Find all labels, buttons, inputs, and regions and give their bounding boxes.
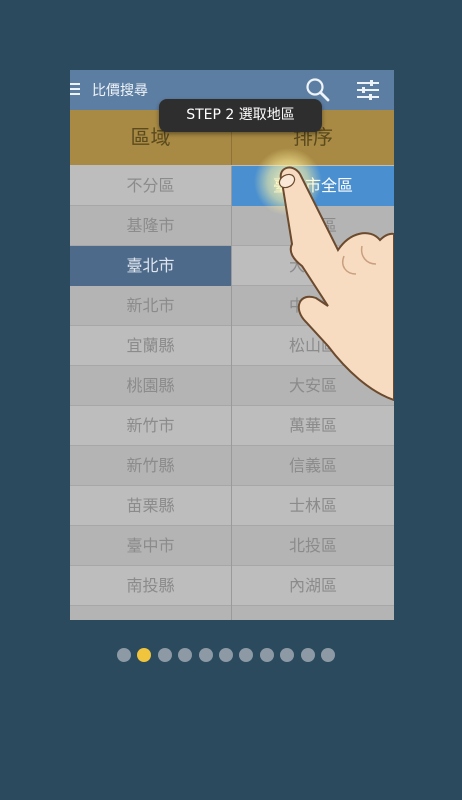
- region-item[interactable]: 臺中市: [70, 526, 231, 566]
- page-dot[interactable]: [117, 648, 131, 662]
- page-dot[interactable]: [300, 648, 315, 662]
- region-item[interactable]: 南投縣: [70, 566, 231, 606]
- page-dot-active[interactable]: [137, 648, 152, 662]
- page-dot[interactable]: [178, 648, 193, 662]
- app-screen: 比價搜尋 STEP 2 選取地區 區域 排序 不分區 基隆市 臺北市 新北市 宜…: [70, 70, 394, 620]
- district-item[interactable]: [232, 606, 394, 620]
- page-indicator: [117, 648, 335, 662]
- app-title: 比價搜尋: [92, 83, 148, 99]
- region-item[interactable]: 新竹縣: [70, 446, 231, 486]
- menu-icon[interactable]: [70, 83, 80, 97]
- page-dot[interactable]: [239, 648, 254, 662]
- district-item[interactable]: 士林區: [232, 486, 394, 526]
- page-dot[interactable]: [218, 648, 233, 662]
- region-item[interactable]: 新北市: [70, 286, 231, 326]
- filter-sliders-icon[interactable]: [356, 78, 380, 102]
- district-item[interactable]: 大安區: [232, 366, 394, 406]
- region-item[interactable]: 桃園縣: [70, 366, 231, 406]
- district-item-selected[interactable]: 臺北市全區: [232, 166, 394, 206]
- page-dot[interactable]: [320, 648, 335, 662]
- region-item[interactable]: 新竹市: [70, 406, 231, 446]
- page-dot[interactable]: [157, 648, 172, 662]
- district-item[interactable]: 大同區: [232, 246, 394, 286]
- region-item[interactable]: 苗栗縣: [70, 486, 231, 526]
- district-item[interactable]: 萬華區: [232, 406, 394, 446]
- district-list: 臺北市全區 中正區 大同區 中山區 松山區 大安區 萬華區 信義區 士林區 北投…: [232, 166, 394, 620]
- region-item[interactable]: 宜蘭縣: [70, 326, 231, 366]
- page-dot[interactable]: [259, 648, 274, 662]
- page-dot[interactable]: [198, 648, 213, 662]
- district-item[interactable]: 松山區: [232, 326, 394, 366]
- district-item[interactable]: 內湖區: [232, 566, 394, 606]
- region-item[interactable]: [70, 606, 231, 620]
- step-tooltip: STEP 2 選取地區: [159, 99, 322, 132]
- region-item[interactable]: 基隆市: [70, 206, 231, 246]
- region-item[interactable]: 不分區: [70, 166, 231, 206]
- district-item[interactable]: 信義區: [232, 446, 394, 486]
- district-item[interactable]: 北投區: [232, 526, 394, 566]
- district-item[interactable]: 中山區: [232, 286, 394, 326]
- region-item-selected[interactable]: 臺北市: [70, 246, 231, 286]
- page-dot[interactable]: [280, 648, 295, 662]
- district-item[interactable]: 中正區: [232, 206, 394, 246]
- region-list: 不分區 基隆市 臺北市 新北市 宜蘭縣 桃園縣 新竹市 新竹縣 苗栗縣 臺中市 …: [70, 166, 231, 620]
